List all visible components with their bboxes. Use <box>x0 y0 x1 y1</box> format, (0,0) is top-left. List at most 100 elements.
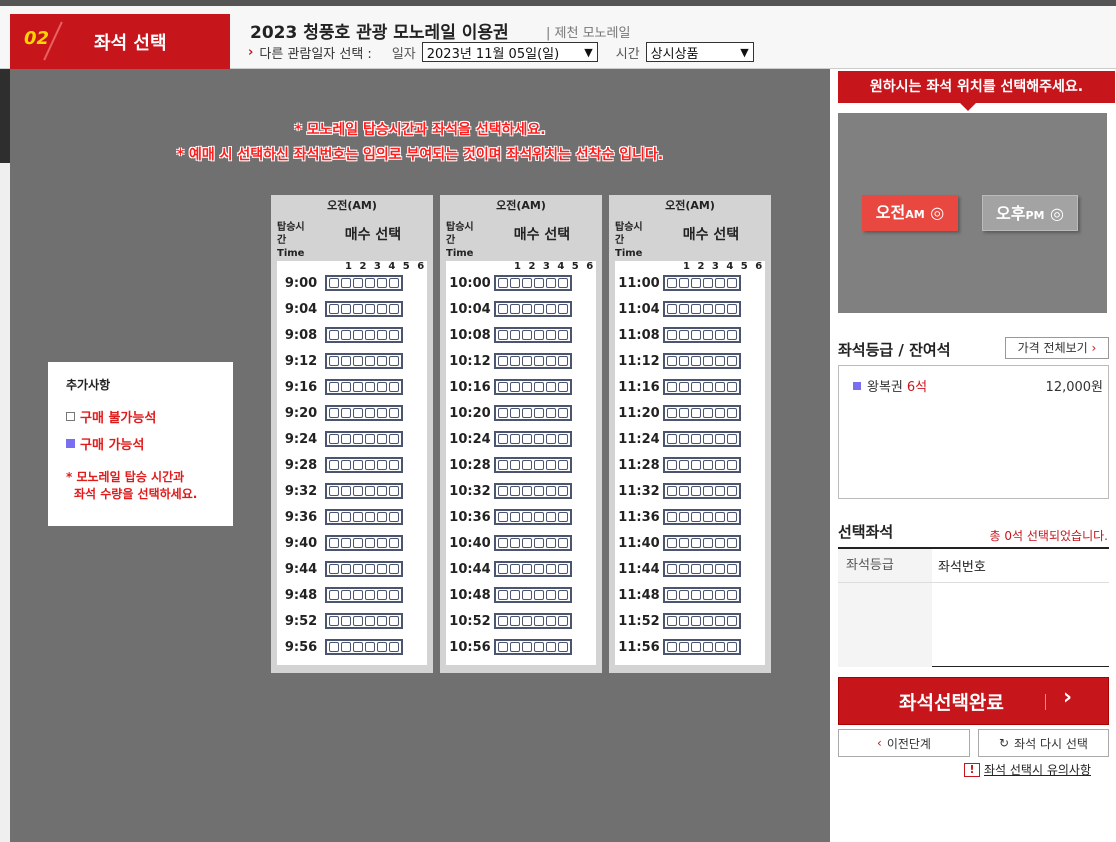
seat-checkbox[interactable] <box>691 486 701 496</box>
seat-checkbox[interactable] <box>341 486 351 496</box>
seat-checkbox[interactable] <box>667 304 677 314</box>
seat-checkbox[interactable] <box>715 304 725 314</box>
seat-checkbox[interactable] <box>534 616 544 626</box>
seat-checkbox[interactable] <box>353 330 363 340</box>
seat-checkbox[interactable] <box>377 616 387 626</box>
seat-checkbox[interactable] <box>679 590 689 600</box>
seat-checkbox[interactable] <box>546 616 556 626</box>
seat-checkbox[interactable] <box>534 642 544 652</box>
seat-checkbox[interactable] <box>546 382 556 392</box>
seat-checkbox[interactable] <box>377 512 387 522</box>
seat-checkbox[interactable] <box>510 564 520 574</box>
seat-checkbox[interactable] <box>353 382 363 392</box>
seat-checkbox[interactable] <box>703 642 713 652</box>
seat-checkbox[interactable] <box>365 304 375 314</box>
seat-checkbox[interactable] <box>715 538 725 548</box>
seat-checkbox[interactable] <box>498 538 508 548</box>
seat-checkbox[interactable] <box>679 278 689 288</box>
seat-checkbox[interactable] <box>329 538 339 548</box>
seat-checkbox[interactable] <box>341 356 351 366</box>
seat-checkbox[interactable] <box>353 434 363 444</box>
seat-checkbox[interactable] <box>534 486 544 496</box>
seat-checkbox[interactable] <box>510 356 520 366</box>
seat-checkbox[interactable] <box>510 486 520 496</box>
seat-checkbox[interactable] <box>715 278 725 288</box>
seat-checkbox[interactable] <box>329 304 339 314</box>
seat-checkbox[interactable] <box>389 538 399 548</box>
seat-checkbox[interactable] <box>329 356 339 366</box>
seat-checkbox[interactable] <box>522 356 532 366</box>
seat-checkbox[interactable] <box>365 330 375 340</box>
previous-step-button[interactable]: ‹ 이전단계 <box>838 729 970 757</box>
seat-checkbox[interactable] <box>389 356 399 366</box>
seat-checkbox[interactable] <box>365 512 375 522</box>
seat-checkbox[interactable] <box>365 356 375 366</box>
seat-checkbox[interactable] <box>558 330 568 340</box>
seat-checkbox[interactable] <box>703 356 713 366</box>
seat-checkbox[interactable] <box>546 590 556 600</box>
seat-checkbox[interactable] <box>703 538 713 548</box>
seat-checkbox[interactable] <box>546 460 556 470</box>
seat-checkbox[interactable] <box>341 642 351 652</box>
seat-checkbox[interactable] <box>522 486 532 496</box>
seat-checkbox[interactable] <box>498 642 508 652</box>
seat-checkbox[interactable] <box>546 486 556 496</box>
seat-checkbox[interactable] <box>679 512 689 522</box>
seat-checkbox[interactable] <box>715 356 725 366</box>
seat-checkbox[interactable] <box>365 564 375 574</box>
seat-checkbox[interactable] <box>691 564 701 574</box>
seat-checkbox[interactable] <box>727 356 737 366</box>
date-select[interactable]: 2023년 11월 05일(일) ▼ <box>421 42 598 62</box>
seat-checkbox[interactable] <box>715 460 725 470</box>
seat-checkbox[interactable] <box>534 512 544 522</box>
seat-checkbox[interactable] <box>341 564 351 574</box>
seat-checkbox[interactable] <box>691 278 701 288</box>
seat-checkbox[interactable] <box>558 408 568 418</box>
seat-checkbox[interactable] <box>727 642 737 652</box>
reset-selection-button[interactable]: ↻ 좌석 다시 선택 <box>978 729 1109 757</box>
seat-checkbox[interactable] <box>558 642 568 652</box>
seat-checkbox[interactable] <box>558 382 568 392</box>
seat-checkbox[interactable] <box>727 486 737 496</box>
seat-checkbox[interactable] <box>389 278 399 288</box>
caution-link[interactable]: ! 좌석 선택시 유의사항 <box>964 761 1091 778</box>
seat-checkbox[interactable] <box>691 460 701 470</box>
seat-checkbox[interactable] <box>534 434 544 444</box>
seat-checkbox[interactable] <box>341 538 351 548</box>
seat-checkbox[interactable] <box>727 564 737 574</box>
seat-checkbox[interactable] <box>667 642 677 652</box>
seat-checkbox[interactable] <box>727 434 737 444</box>
seat-checkbox[interactable] <box>691 330 701 340</box>
seat-checkbox[interactable] <box>522 304 532 314</box>
seat-checkbox[interactable] <box>353 356 363 366</box>
seat-checkbox[interactable] <box>329 382 339 392</box>
seat-checkbox[interactable] <box>353 460 363 470</box>
seat-checkbox[interactable] <box>522 382 532 392</box>
seat-checkbox[interactable] <box>558 538 568 548</box>
seat-checkbox[interactable] <box>667 538 677 548</box>
seat-checkbox[interactable] <box>522 278 532 288</box>
seat-checkbox[interactable] <box>389 382 399 392</box>
seat-checkbox[interactable] <box>558 616 568 626</box>
seat-checkbox[interactable] <box>715 642 725 652</box>
seat-checkbox[interactable] <box>703 616 713 626</box>
seat-checkbox[interactable] <box>703 512 713 522</box>
seat-checkbox[interactable] <box>498 460 508 470</box>
seat-checkbox[interactable] <box>727 408 737 418</box>
seat-checkbox[interactable] <box>703 408 713 418</box>
seat-checkbox[interactable] <box>679 564 689 574</box>
seat-checkbox[interactable] <box>667 382 677 392</box>
seat-checkbox[interactable] <box>534 564 544 574</box>
seat-checkbox[interactable] <box>522 512 532 522</box>
seat-checkbox[interactable] <box>715 512 725 522</box>
seat-checkbox[interactable] <box>498 356 508 366</box>
seat-checkbox[interactable] <box>510 642 520 652</box>
seat-checkbox[interactable] <box>377 408 387 418</box>
seat-checkbox[interactable] <box>498 616 508 626</box>
seat-checkbox[interactable] <box>534 538 544 548</box>
seat-checkbox[interactable] <box>522 460 532 470</box>
seat-checkbox[interactable] <box>498 590 508 600</box>
seat-checkbox[interactable] <box>679 460 689 470</box>
complete-selection-button[interactable]: 좌석선택완료 › <box>838 677 1109 725</box>
seat-checkbox[interactable] <box>329 278 339 288</box>
